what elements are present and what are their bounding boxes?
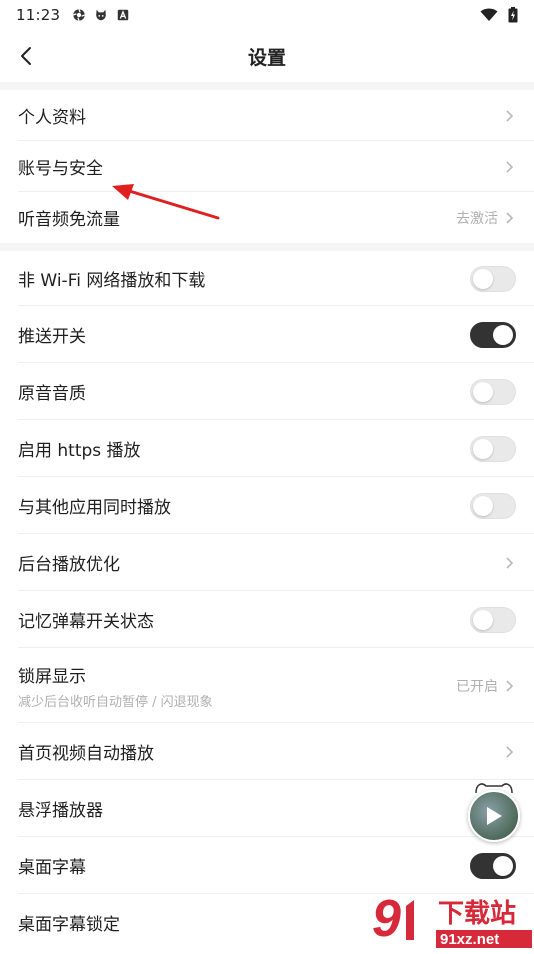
settings-row-home-video-autoplay[interactable]: 首页视频自动播放	[0, 723, 534, 780]
toggle-knob	[473, 495, 493, 516]
settings-row-mix-with-others: 与其他应用同时播放	[0, 477, 534, 534]
github-cat-icon	[96, 9, 107, 21]
watermark-cn-text: 下载站	[438, 899, 516, 929]
row-label: 与其他应用同时播放	[18, 498, 171, 518]
row-label: 推送开关	[18, 327, 86, 347]
back-chevron-icon	[21, 47, 31, 65]
chevron-right-icon	[506, 211, 514, 224]
watermark-logo: 9 下载站 91xz.net	[372, 890, 532, 948]
settings-row-background-optimization[interactable]: 后台播放优化	[0, 534, 534, 591]
chevron-right-icon	[506, 679, 514, 692]
row-label: 个人资料	[18, 108, 86, 128]
row-label: 账号与安全	[18, 159, 103, 179]
toggle-switch-off[interactable]	[470, 492, 516, 519]
row-label: 悬浮播放器	[18, 801, 103, 821]
toggle-knob	[493, 324, 513, 345]
battery-charging-icon	[508, 7, 518, 23]
chevron-right-icon	[506, 556, 514, 569]
back-button[interactable]	[12, 42, 40, 70]
svg-text:9: 9	[372, 890, 401, 948]
play-icon	[487, 807, 502, 825]
row-label: 原音音质	[18, 384, 86, 404]
settings-gear-icon	[73, 9, 86, 21]
floating-player-disc	[468, 790, 520, 842]
row-status: 去激活	[456, 210, 498, 227]
status-bar: 11:23	[0, 0, 534, 30]
settings-row-remember-danmaku: 记忆弹幕开关状态	[0, 591, 534, 648]
red-arrow-annotation	[112, 184, 220, 220]
toggle-knob	[473, 381, 493, 402]
toggle-switch-off[interactable]	[470, 435, 516, 462]
toggle-knob	[473, 609, 493, 630]
toggle-switch-off[interactable]	[470, 265, 516, 292]
row-label: 非 Wi-Fi 网络播放和下载	[18, 271, 206, 291]
toggle-switch-on[interactable]	[470, 321, 516, 348]
settings-row-account-security[interactable]: 账号与安全	[0, 141, 534, 192]
row-label: 听音频免流量	[18, 210, 120, 230]
toggle-switch-off[interactable]	[470, 378, 516, 405]
row-label: 启用 https 播放	[18, 441, 141, 461]
watermark: 9 下载站 91xz.net	[372, 886, 534, 950]
row-label: 桌面字幕	[18, 858, 86, 878]
row-label: 桌面字幕锁定	[18, 914, 120, 935]
section-gap	[0, 82, 534, 90]
toggle-knob	[493, 855, 513, 876]
row-sublabel: 减少后台收听自动暂停 / 闪退现象	[18, 694, 213, 710]
wifi-icon	[480, 8, 498, 21]
status-time: 11:23	[16, 6, 61, 24]
toggle-knob	[473, 438, 493, 459]
row-status: 已开启	[456, 678, 498, 695]
row-label: 锁屏显示	[18, 666, 86, 687]
settings-row-non-wifi-playback: 非 Wi-Fi 网络播放和下载	[0, 251, 534, 306]
a-badge-icon	[117, 9, 129, 21]
top-bar: 设置	[0, 30, 534, 82]
settings-row-original-quality: 原音音质	[0, 363, 534, 420]
section-gap	[0, 243, 534, 251]
status-left-icons	[72, 8, 130, 22]
chevron-right-icon	[506, 109, 514, 122]
chevron-right-icon	[506, 745, 514, 758]
watermark-url-text: 91xz.net	[440, 931, 499, 948]
floating-player[interactable]	[466, 780, 520, 842]
page-title: 设置	[247, 46, 286, 69]
chevron-right-icon	[506, 160, 514, 173]
toggle-knob	[473, 268, 493, 289]
row-label: 记忆弹幕开关状态	[18, 612, 154, 632]
row-label: 首页视频自动播放	[18, 744, 154, 764]
settings-row-profile[interactable]: 个人资料	[0, 90, 534, 141]
toggle-switch-on[interactable]	[470, 852, 516, 879]
settings-row-push: 推送开关	[0, 306, 534, 363]
row-label: 后台播放优化	[18, 555, 120, 575]
toggle-switch-off[interactable]	[470, 606, 516, 633]
settings-row-lock-screen[interactable]: 锁屏显示 减少后台收听自动暂停 / 闪退现象 已开启	[0, 648, 534, 723]
settings-row-https-playback: 启用 https 播放	[0, 420, 534, 477]
settings-row-free-data[interactable]: 听音频免流量 去激活	[0, 192, 534, 243]
status-right-icons	[480, 7, 518, 23]
settings-row-floating-player[interactable]: 悬浮播放器	[0, 780, 534, 837]
